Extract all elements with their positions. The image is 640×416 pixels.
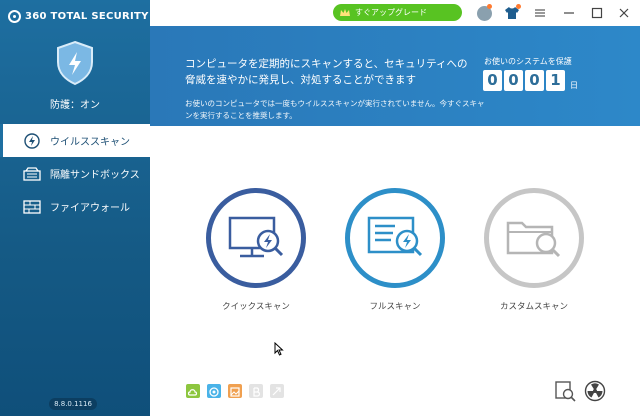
- account-icon[interactable]: [475, 4, 493, 22]
- minimize-icon[interactable]: [560, 4, 578, 22]
- mouse-cursor-icon: [274, 342, 284, 356]
- notification-dot: [487, 4, 492, 9]
- image-tool-icon[interactable]: [228, 384, 242, 398]
- upgrade-button[interactable]: すぐアップグレード: [333, 4, 462, 21]
- day-digit: 0: [504, 70, 523, 91]
- protected-days-label: お使いのシステムを保護: [484, 57, 572, 66]
- scan-log-icon[interactable]: [554, 380, 576, 402]
- ring-tool-icon[interactable]: [207, 384, 221, 398]
- custom-scan-button[interactable]: カスタムスキャン: [484, 188, 584, 312]
- folder-scan-icon: [506, 221, 561, 258]
- day-digit: 0: [483, 70, 502, 91]
- title-bar: すぐアップグレード: [150, 0, 640, 26]
- info-banner: コンピュータを定期的にスキャンすると、セキュリティへの脅威を速やかに発見し、対処…: [150, 26, 640, 126]
- firewall-icon: [22, 199, 42, 215]
- sandbox-icon: [22, 166, 42, 182]
- quick-scan-ring: [206, 188, 306, 288]
- sidebar-item-label: ウイルススキャン: [50, 137, 130, 148]
- version-badge: 8.8.0.1116: [49, 398, 97, 410]
- day-digit: 0: [525, 70, 544, 91]
- close-icon[interactable]: [615, 4, 633, 22]
- protected-days-counter: 0 0 0 1 日: [483, 70, 578, 91]
- cloud-tool-icon[interactable]: [186, 384, 200, 398]
- quick-scan-label: クイックスキャン: [222, 302, 290, 312]
- sidebar-item-virus-scan[interactable]: ウイルススキャン: [0, 124, 150, 157]
- disabled-tool-icon: [270, 384, 284, 398]
- menu-icon[interactable]: [531, 4, 549, 22]
- list-scan-icon: [367, 216, 423, 257]
- sidebar-nav: ウイルススキャン 隔離サンドボックス ファイアウォール: [0, 124, 150, 223]
- notification-dot: [516, 4, 521, 9]
- monitor-scan-icon: [228, 216, 284, 258]
- sidebar: 360 TOTAL SECURITY 防護：オン ウイルススキャン 隔離サンドボ…: [0, 0, 150, 416]
- full-scan-label: フルスキャン: [369, 302, 421, 312]
- sidebar-item-label: 隔離サンドボックス: [50, 170, 140, 181]
- protection-status: 防護：オン: [50, 100, 100, 111]
- custom-scan-label: カスタムスキャン: [499, 302, 568, 312]
- sidebar-item-label: ファイアウォール: [50, 203, 130, 214]
- crown-icon: [340, 8, 350, 16]
- banner-headline: コンピュータを定期的にスキャンすると、セキュリティへの脅威を速やかに発見し、対処…: [185, 58, 468, 86]
- banner-subtext: お使いのコンピュータでは一度もウイルススキャンが実行されていません。今すぐスキャ…: [185, 99, 485, 120]
- radiation-icon[interactable]: [584, 380, 606, 402]
- sidebar-item-firewall[interactable]: ファイアウォール: [0, 190, 150, 223]
- app-name: 360 TOTAL SECURITY: [25, 10, 149, 22]
- lightning-icon: [22, 132, 42, 149]
- quick-scan-button[interactable]: クイックスキャン: [206, 188, 306, 312]
- logo-icon: [8, 9, 21, 23]
- skin-icon[interactable]: [503, 4, 521, 22]
- app-logo: 360 TOTAL SECURITY: [8, 8, 149, 24]
- upgrade-label: すぐアップグレード: [355, 8, 427, 17]
- full-scan-ring: [345, 188, 445, 288]
- shield-icon: [57, 40, 93, 86]
- day-digit: 1: [546, 70, 565, 91]
- days-unit: 日: [570, 81, 578, 90]
- full-scan-button[interactable]: フルスキャン: [345, 188, 445, 312]
- custom-scan-ring: [484, 188, 584, 288]
- maximize-icon[interactable]: [588, 4, 606, 22]
- sidebar-item-sandbox[interactable]: 隔離サンドボックス: [0, 157, 150, 190]
- disabled-tool-icon: [249, 384, 263, 398]
